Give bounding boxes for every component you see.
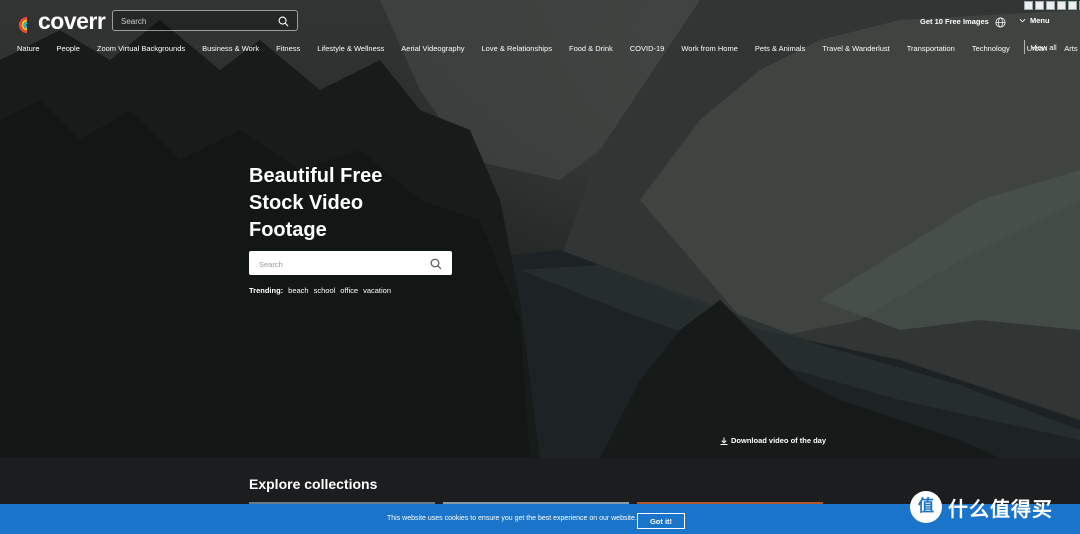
hero-headline: Beautiful Free Stock Video Footage bbox=[249, 163, 449, 244]
explore-collections-heading: Explore collections bbox=[249, 476, 378, 492]
window-icon[interactable] bbox=[1024, 1, 1033, 10]
category-link[interactable]: Technology bbox=[972, 44, 1010, 53]
trending-label: Trending: bbox=[249, 286, 284, 295]
coverr-logo[interactable]: coverr bbox=[18, 8, 106, 35]
browser-extension-icons[interactable] bbox=[1024, 1, 1080, 10]
cookie-text: This website uses cookies to ensure you … bbox=[387, 515, 637, 522]
window-icon[interactable] bbox=[1068, 1, 1077, 10]
watermark-mark: 值 bbox=[917, 498, 934, 515]
download-icon bbox=[720, 437, 728, 445]
view-all-wrap: View all bbox=[1024, 40, 1057, 54]
category-link[interactable]: Love & Relationships bbox=[482, 44, 552, 53]
category-link[interactable]: Transportation bbox=[907, 44, 955, 53]
hero-search-box[interactable] bbox=[249, 251, 452, 275]
watermark-logo: 值 什么值得买 bbox=[910, 491, 1053, 523]
category-link[interactable]: Zoom Virtual Backgrounds bbox=[97, 44, 185, 53]
watermark-mark-icon: 值 bbox=[910, 491, 942, 523]
menu-button[interactable]: Menu bbox=[1019, 16, 1050, 25]
trending-tag[interactable]: vacation bbox=[363, 286, 391, 295]
menu-label: Menu bbox=[1030, 16, 1050, 25]
watermark-text: 什么值得买 bbox=[948, 498, 1053, 521]
category-link[interactable]: Travel & Wanderlust bbox=[822, 44, 889, 53]
headline-line: Stock Video bbox=[249, 192, 364, 214]
category-link[interactable]: Food & Drink bbox=[569, 44, 613, 53]
category-link[interactable]: Arts & Cr bbox=[1064, 44, 1080, 53]
category-nav: Nature People Zoom Virtual Backgrounds B… bbox=[17, 42, 1080, 54]
header-search-box[interactable] bbox=[112, 10, 298, 31]
category-link[interactable]: Lifestyle & Wellness bbox=[317, 44, 384, 53]
window-icon[interactable] bbox=[1035, 1, 1044, 10]
category-link[interactable]: COVID-19 bbox=[630, 44, 665, 53]
window-icon[interactable] bbox=[1057, 1, 1066, 10]
search-icon[interactable] bbox=[430, 257, 442, 275]
category-link[interactable]: Work from Home bbox=[681, 44, 738, 53]
cookie-accept-button[interactable]: Got it! bbox=[637, 513, 685, 529]
trending-tag[interactable]: beach bbox=[288, 286, 308, 295]
category-link[interactable]: Nature bbox=[17, 44, 40, 53]
get-free-images-link[interactable]: Get 10 Free Images bbox=[920, 17, 989, 26]
chevron-down-icon bbox=[1019, 16, 1026, 25]
category-link[interactable]: Aerial Videography bbox=[401, 44, 464, 53]
logo-text: coverr bbox=[38, 8, 106, 34]
hero-search-input[interactable] bbox=[257, 256, 421, 272]
trending-tag[interactable]: school bbox=[314, 286, 336, 295]
header-search-input[interactable] bbox=[119, 13, 273, 30]
trending-tag[interactable]: office bbox=[340, 286, 358, 295]
globe-icon[interactable] bbox=[995, 15, 1006, 33]
category-link[interactable]: Business & Work bbox=[202, 44, 259, 53]
category-link[interactable]: Fitness bbox=[276, 44, 300, 53]
window-icon[interactable] bbox=[1046, 1, 1055, 10]
category-link[interactable]: People bbox=[57, 44, 80, 53]
category-link[interactable]: Pets & Animals bbox=[755, 44, 805, 53]
download-video-of-day-link[interactable]: Download video of the day bbox=[720, 436, 826, 445]
trending-row: Trending: beach school office vacation bbox=[249, 286, 396, 295]
view-all-link[interactable]: View all bbox=[1031, 43, 1057, 52]
search-icon[interactable] bbox=[278, 14, 289, 32]
download-label: Download video of the day bbox=[731, 436, 827, 445]
headline-line: Beautiful Free bbox=[249, 165, 383, 187]
headline-line: Footage bbox=[249, 219, 327, 241]
logo-rainbow-icon bbox=[18, 13, 36, 33]
hero-overlay bbox=[0, 0, 1080, 458]
top-bar: coverr Get 10 Free Images Menu bbox=[0, 0, 1080, 40]
hero-background-video bbox=[0, 0, 1080, 458]
